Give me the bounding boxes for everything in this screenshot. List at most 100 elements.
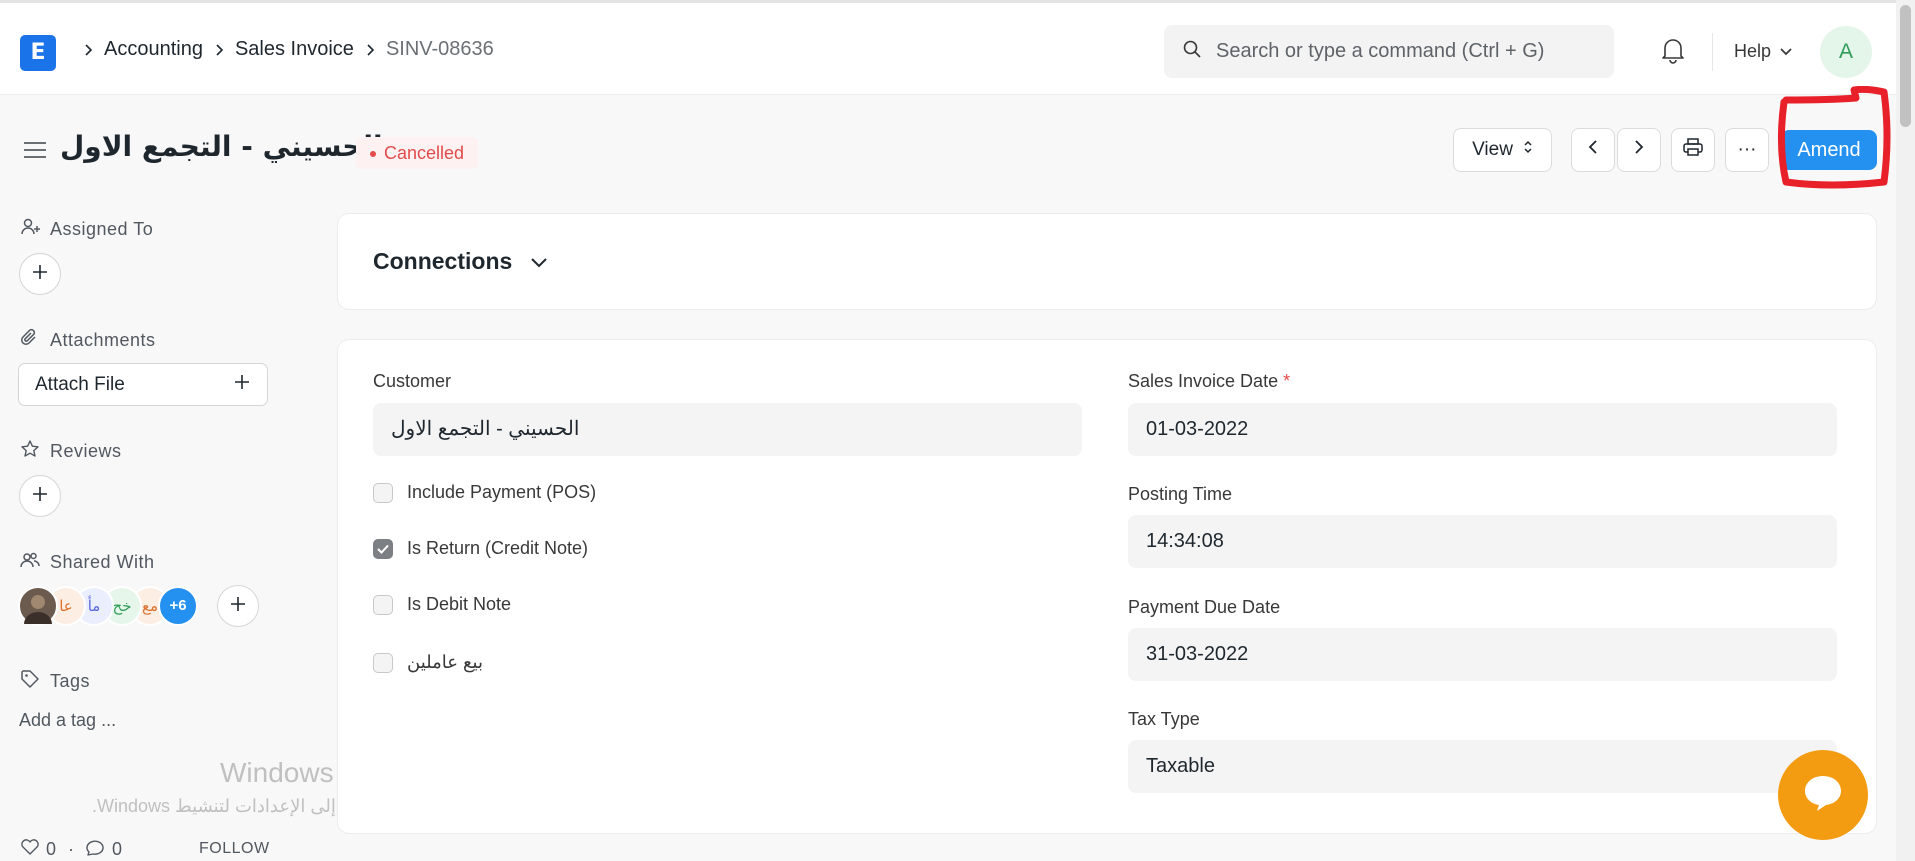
plus-icon	[229, 595, 247, 618]
document-stats: 0 · 0	[20, 838, 122, 861]
invoice-date-label-text: Sales Invoice Date	[1128, 371, 1279, 391]
reviews-label: Reviews	[50, 441, 122, 461]
status-badge: Cancelled	[356, 137, 479, 169]
attach-file-button[interactable]: Attach File	[18, 363, 268, 406]
search-icon	[1182, 39, 1202, 64]
customer-field[interactable]: الحسيني - التجمع الاول	[373, 403, 1082, 456]
posting-time-field[interactable]: 14:34:08	[1128, 515, 1837, 568]
comments-count: 0	[112, 839, 123, 859]
breadcrumb-document[interactable]: SINV-08636	[386, 38, 494, 61]
tags-section: Tags	[20, 669, 90, 694]
help-menu[interactable]: Help	[1734, 41, 1793, 62]
user-avatar[interactable]: A	[1820, 26, 1872, 78]
previous-button[interactable]	[1571, 128, 1615, 172]
connections-toggle[interactable]: Connections	[373, 248, 548, 275]
include-payment-checkbox[interactable]: Include Payment (POS)	[373, 482, 596, 503]
status-dot	[370, 151, 376, 158]
chevron-down-icon	[530, 248, 548, 275]
help-label: Help	[1734, 41, 1772, 61]
chat-icon	[1801, 772, 1845, 819]
required-mark: *	[1283, 371, 1291, 391]
chevron-right-icon	[72, 38, 104, 61]
chevron-left-icon	[1587, 138, 1599, 162]
chevron-right-icon	[354, 38, 386, 61]
logo-icon[interactable]: E	[20, 35, 56, 71]
is-return-checkbox[interactable]: Is Return (Credit Note)	[373, 538, 588, 559]
annotation-highlight	[1777, 86, 1891, 189]
sort-icon	[1523, 139, 1533, 161]
connections-title: Connections	[373, 248, 513, 274]
due-date-label: Payment Due Date	[1128, 597, 1281, 617]
connections-card	[337, 213, 1877, 310]
follow-button[interactable]: FOLLOW	[199, 840, 270, 858]
customer-label: Customer	[373, 371, 452, 391]
checkbox-label: بيع عاملين	[407, 652, 483, 672]
checkbox-label: Include Payment (POS)	[407, 482, 597, 502]
checkbox[interactable]	[373, 482, 393, 503]
separator-dot: ·	[68, 839, 75, 859]
users-icon	[20, 550, 40, 575]
shared-with-label: Shared With	[50, 552, 155, 572]
tags-label: Tags	[50, 671, 91, 691]
checkbox[interactable]	[373, 652, 393, 673]
chevron-right-icon	[1633, 138, 1645, 162]
chat-button[interactable]	[1778, 750, 1868, 840]
reviews-section: Reviews	[20, 439, 122, 464]
breadcrumb: Accounting Sales Invoice SINV-08636	[72, 38, 494, 61]
add-tag-link[interactable]: Add a tag ...	[19, 710, 116, 731]
add-review-button[interactable]	[19, 475, 61, 517]
plus-icon	[233, 373, 251, 397]
shared-with-section: Shared With	[20, 550, 155, 575]
assigned-to-section: Assigned To	[20, 217, 153, 242]
comment-icon[interactable]	[86, 838, 106, 861]
tax-type-field[interactable]: Taxable	[1128, 740, 1837, 793]
bell-icon[interactable]	[1660, 36, 1686, 69]
windows-activation-subtitle: انتقل إلى الإعدادات لتنشيط Windows.	[92, 796, 380, 816]
likes-count: 0	[46, 839, 57, 859]
plus-icon	[31, 485, 49, 508]
print-button[interactable]	[1671, 128, 1715, 172]
page-title: الحسيني - التجمع الاول	[60, 130, 383, 163]
is-debit-note-checkbox[interactable]: Is Debit Note	[373, 594, 511, 615]
menu-icon[interactable]	[22, 140, 48, 165]
avatar[interactable]	[18, 586, 58, 626]
view-label: View	[1472, 139, 1513, 160]
attachments-label: Attachments	[50, 330, 156, 350]
printer-icon	[1682, 137, 1704, 163]
view-button[interactable]: View	[1453, 128, 1552, 172]
status-text: Cancelled	[384, 143, 465, 163]
invoice-date-field[interactable]: 01-03-2022	[1128, 403, 1837, 456]
breadcrumb-sales-invoice[interactable]: Sales Invoice	[235, 38, 354, 61]
assigned-to-label: Assigned To	[50, 219, 154, 239]
checkbox-label: Is Return (Credit Note)	[407, 538, 589, 558]
tax-type-label: Tax Type	[1128, 709, 1200, 729]
more-shared-badge[interactable]: +6	[158, 586, 198, 626]
user-plus-icon	[20, 217, 40, 242]
add-assignee-button[interactable]	[19, 253, 61, 295]
breadcrumb-accounting[interactable]: Accounting	[104, 38, 203, 61]
posting-time-label: Posting Time	[1128, 484, 1233, 504]
scrollbar[interactable]	[1896, 0, 1915, 861]
employee-sale-checkbox[interactable]: بيع عاملين	[373, 652, 483, 673]
due-date-field[interactable]: 31-03-2022	[1128, 628, 1837, 681]
scrollbar-thumb[interactable]	[1900, 5, 1911, 127]
search-input[interactable]: Search or type a command (Ctrl + G)	[1164, 25, 1614, 78]
shared-avatars: عا مأ خح مع +6	[18, 586, 198, 626]
chevron-right-icon	[203, 38, 235, 61]
checkbox-label: Is Debit Note	[407, 594, 512, 614]
search-placeholder: Search or type a command (Ctrl + G)	[1216, 40, 1545, 62]
tag-icon	[20, 669, 40, 694]
top-navbar: E Accounting Sales Invoice SINV-08636 Se…	[0, 0, 1896, 95]
next-button[interactable]	[1617, 128, 1661, 172]
more-button[interactable]: ···	[1725, 128, 1769, 172]
plus-icon	[31, 263, 49, 286]
paperclip-icon	[20, 328, 40, 353]
checkbox-checked[interactable]	[373, 538, 393, 559]
nav-divider	[1712, 33, 1713, 71]
heart-icon[interactable]	[20, 838, 40, 861]
add-share-button[interactable]	[217, 585, 259, 627]
attachments-section: Attachments	[20, 328, 156, 353]
checkbox[interactable]	[373, 594, 393, 615]
attach-file-label: Attach File	[35, 373, 125, 395]
star-icon	[20, 439, 40, 464]
